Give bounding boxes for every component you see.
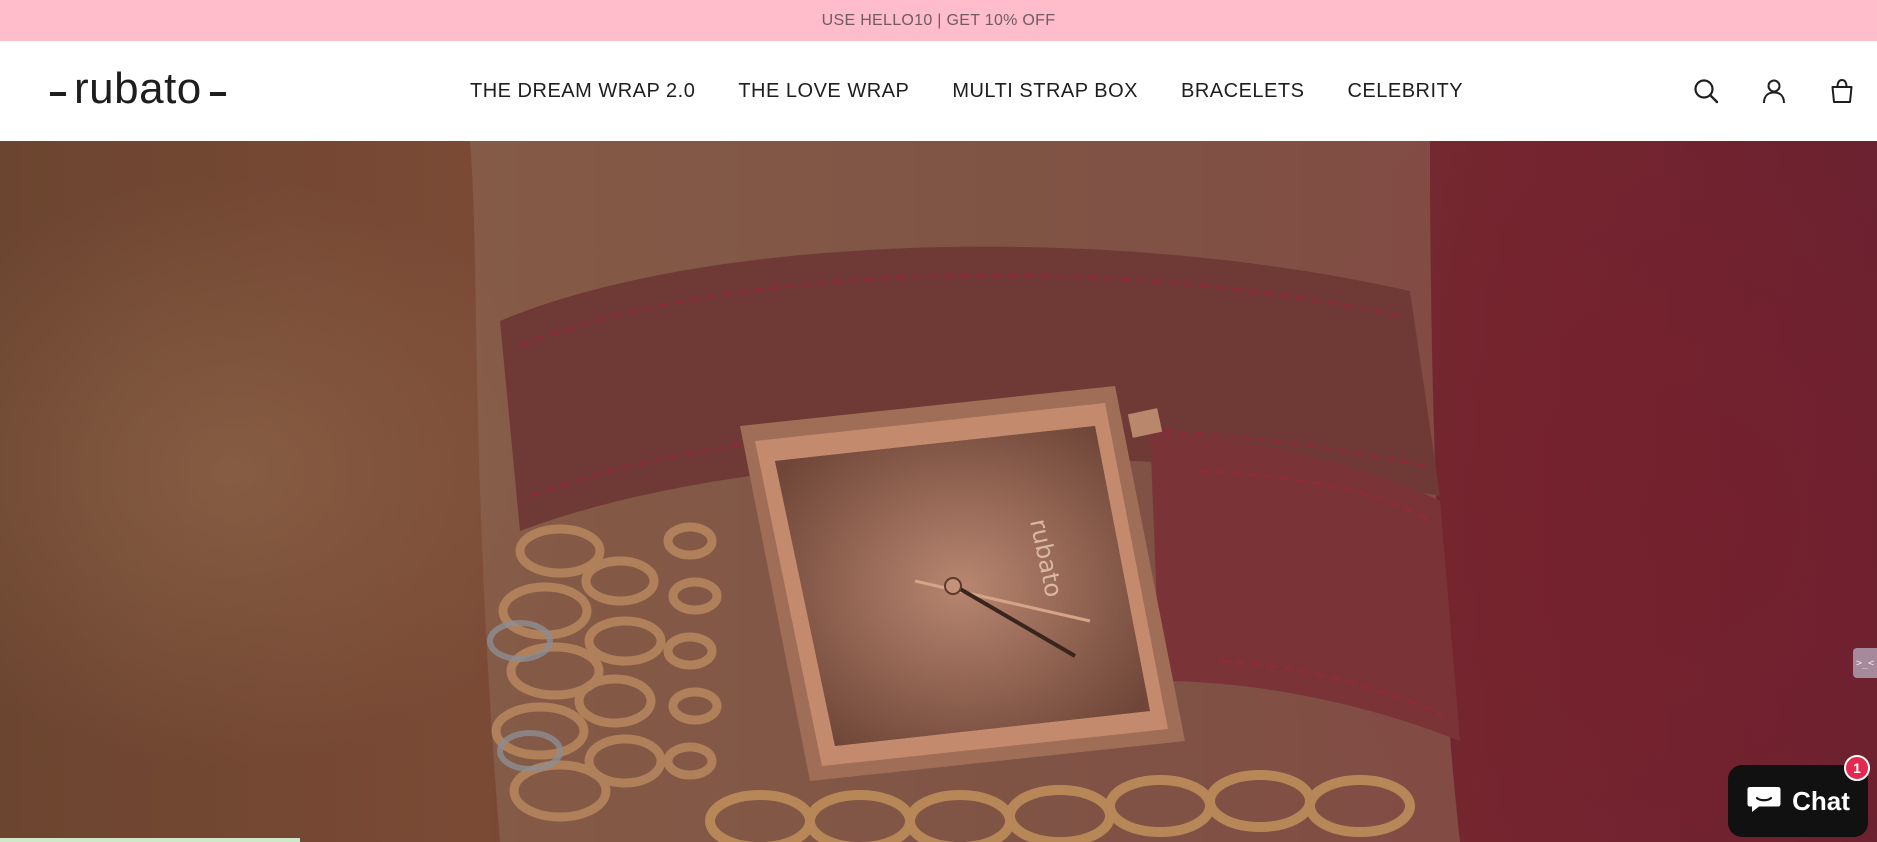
nav-item-dream-wrap[interactable]: THE DREAM WRAP 2.0 [470,80,695,103]
header-icons [1693,41,1855,141]
nav-item-multi-strap-box[interactable]: MULTI STRAP BOX [952,80,1138,103]
site-logo[interactable]: rubato [42,66,234,116]
side-widget-tab[interactable]: >_< [1853,648,1877,678]
nav-item-bracelets[interactable]: BRACELETS [1181,80,1304,103]
logo-dash-right [209,92,226,96]
bottom-notification-strip [0,838,300,842]
nav-item-love-wrap[interactable]: THE LOVE WRAP [738,80,909,103]
chat-label: Chat [1792,785,1850,816]
account-icon[interactable] [1761,78,1787,104]
chat-badge-count: 1 [1853,760,1861,776]
chat-badge: 1 [1844,755,1870,781]
logo-wordmark: rubato [74,64,202,113]
main-nav: THE DREAM WRAP 2.0 THE LOVE WRAP MULTI S… [470,41,1463,141]
logo-dash-left [50,92,66,96]
announcement-bar: USE HELLO10 | GET 10% OFF [0,0,1877,41]
nav-item-celebrity[interactable]: CELEBRITY [1347,80,1463,103]
search-icon[interactable] [1693,78,1719,104]
hero-image: rubato [0,141,1877,842]
site-header: rubato THE DREAM WRAP 2.0 THE LOVE WRAP … [0,41,1877,141]
side-tab-text: >_< [1855,657,1875,669]
announcement-text: USE HELLO10 | GET 10% OFF [821,11,1056,29]
cart-icon[interactable] [1829,78,1855,104]
chat-bubble-icon [1746,784,1782,819]
watch-hero-image: rubato [470,141,1460,842]
